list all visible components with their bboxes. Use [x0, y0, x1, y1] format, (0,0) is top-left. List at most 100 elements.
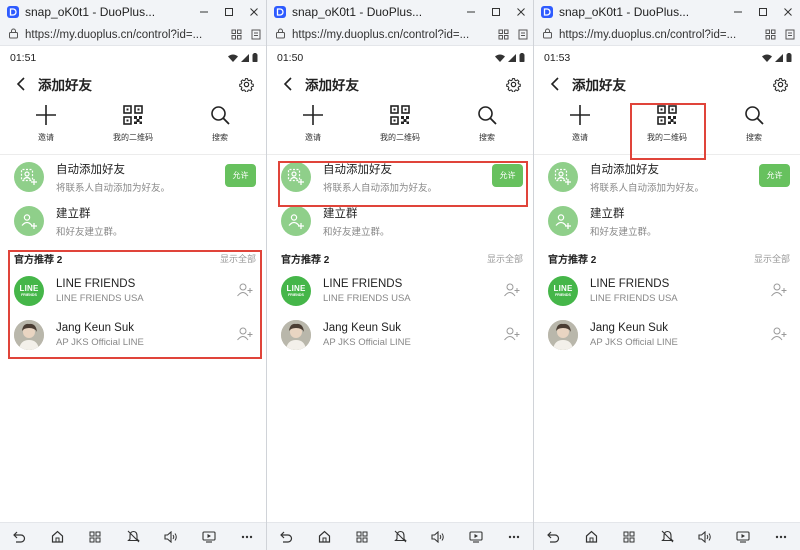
url-text[interactable]: https://my.duoplus.cn/control?id=... — [559, 29, 760, 41]
friend-row-jang-keun-suk[interactable]: Jang Keun Suk AP JKS Official LINE — [267, 313, 533, 357]
minimize-button[interactable] — [458, 0, 483, 24]
official-recommend-header: 官方推荐 2 显示全部 — [534, 247, 800, 269]
maximize-button[interactable] — [750, 0, 775, 24]
device-nav-bar — [0, 522, 266, 550]
invite-label: 邀请 — [38, 133, 54, 142]
screen-cast-icon[interactable] — [468, 529, 484, 545]
create-group-icon — [548, 206, 578, 236]
friend-subtitle: AP JKS Official LINE — [56, 337, 144, 348]
screen-cast-icon[interactable] — [201, 529, 217, 545]
show-all-link[interactable]: 显示全部 — [754, 252, 790, 265]
search-button[interactable]: 搜索 — [457, 101, 517, 147]
recent-apps-icon[interactable] — [621, 529, 637, 545]
friend-row-jang-keun-suk[interactable]: Jang Keun Suk AP JKS Official LINE — [534, 313, 800, 357]
friend-row-line-friends[interactable]: LINE FRIENDS LINE FRIENDS LINE FRIENDS U… — [0, 269, 266, 313]
create-group-row[interactable]: 建立群 和好友建立群。 — [0, 199, 266, 243]
friend-row-line-friends[interactable]: LINE FRIENDS LINE FRIENDS LINE FRIENDS U… — [267, 269, 533, 313]
apps-grid-icon[interactable] — [760, 24, 780, 46]
add-friend-icon[interactable] — [236, 325, 254, 343]
gear-icon[interactable] — [772, 76, 788, 92]
search-icon — [477, 103, 497, 127]
allow-button[interactable]: 允许 — [492, 164, 523, 187]
back-arrow-icon[interactable] — [283, 76, 299, 92]
volume-icon[interactable] — [163, 529, 179, 545]
create-group-row[interactable]: 建立群 和好友建立群。 — [534, 199, 800, 243]
close-button[interactable] — [508, 0, 533, 24]
address-bar[interactable]: https://my.duoplus.cn/control?id=... — [267, 24, 533, 46]
friend-row-jang-keun-suk[interactable]: Jang Keun Suk AP JKS Official LINE — [0, 313, 266, 357]
recent-apps-icon[interactable] — [87, 529, 103, 545]
recent-apps-icon[interactable] — [354, 529, 370, 545]
mute-icon[interactable] — [392, 529, 408, 545]
add-friend-icon[interactable] — [503, 281, 521, 299]
friend-name: LINE FRIENDS — [56, 278, 136, 290]
address-bar[interactable]: https://my.duoplus.cn/control?id=... — [0, 24, 266, 46]
url-text[interactable]: https://my.duoplus.cn/control?id=... — [292, 29, 493, 41]
home-icon[interactable] — [316, 529, 332, 545]
my-qrcode-button[interactable]: 我的二维码 — [103, 101, 163, 147]
minimize-button[interactable] — [191, 0, 216, 24]
duoplus-app-icon — [541, 6, 553, 18]
plus-icon — [569, 103, 591, 127]
auto-add-friends-row[interactable]: 自动添加好友 将联系人自动添加为好友。 允许 — [0, 155, 266, 199]
search-button[interactable]: 搜索 — [724, 101, 784, 147]
back-icon[interactable] — [278, 529, 294, 545]
apps-grid-icon[interactable] — [493, 24, 513, 46]
volume-icon[interactable] — [430, 529, 446, 545]
site-info-icon[interactable] — [275, 26, 286, 44]
site-info-icon[interactable] — [542, 26, 553, 44]
screen-cast-icon[interactable] — [735, 529, 751, 545]
auto-add-friends-row[interactable]: 自动添加好友 将联系人自动添加为好友。 允许 — [534, 155, 800, 199]
minimize-button[interactable] — [725, 0, 750, 24]
home-icon[interactable] — [583, 529, 599, 545]
back-arrow-icon[interactable] — [550, 76, 566, 92]
create-group-row[interactable]: 建立群 和好友建立群。 — [267, 199, 533, 243]
allow-button[interactable]: 允许 — [759, 164, 790, 187]
window-2: snap_oK0t1 - DuoPlus... https://my.duopl… — [267, 0, 533, 550]
site-info-icon[interactable] — [8, 26, 19, 44]
auto-add-friends-row[interactable]: 自动添加好友 将联系人自动添加为好友。 允许 — [267, 155, 533, 199]
address-bar[interactable]: https://my.duoplus.cn/control?id=... — [534, 24, 800, 46]
invite-button[interactable]: 邀请 — [550, 101, 610, 147]
create-group-subtitle: 和好友建立群。 — [590, 226, 657, 238]
close-button[interactable] — [241, 0, 266, 24]
gear-icon[interactable] — [238, 76, 254, 92]
create-group-icon — [281, 206, 311, 236]
show-all-link[interactable]: 显示全部 — [487, 252, 523, 265]
mute-icon[interactable] — [125, 529, 141, 545]
invite-button[interactable]: 邀请 — [16, 101, 76, 147]
url-text[interactable]: https://my.duoplus.cn/control?id=... — [25, 29, 226, 41]
more-icon[interactable] — [239, 529, 255, 545]
back-arrow-icon[interactable] — [16, 76, 32, 92]
friend-row-line-friends[interactable]: LINE FRIENDS LINE FRIENDS LINE FRIENDS U… — [534, 269, 800, 313]
more-icon[interactable] — [773, 529, 789, 545]
close-button[interactable] — [775, 0, 800, 24]
mute-icon[interactable] — [659, 529, 675, 545]
more-icon[interactable] — [506, 529, 522, 545]
my-qrcode-button[interactable]: 我的二维码 — [370, 101, 430, 147]
add-friend-icon[interactable] — [503, 325, 521, 343]
add-friend-icon[interactable] — [236, 281, 254, 299]
add-friend-icon[interactable] — [770, 281, 788, 299]
add-friend-icon[interactable] — [770, 325, 788, 343]
apps-grid-icon[interactable] — [226, 24, 246, 46]
allow-button[interactable]: 允许 — [225, 164, 256, 187]
title-bar: snap_oK0t1 - DuoPlus... — [267, 0, 533, 24]
maximize-button[interactable] — [216, 0, 241, 24]
my-qrcode-button[interactable]: 我的二维码 — [637, 101, 697, 147]
reader-mode-icon[interactable] — [780, 24, 800, 46]
maximize-button[interactable] — [483, 0, 508, 24]
search-icon — [744, 103, 764, 127]
show-all-link[interactable]: 显示全部 — [220, 252, 256, 265]
duoplus-app-icon — [7, 6, 19, 18]
back-icon[interactable] — [545, 529, 561, 545]
search-button[interactable]: 搜索 — [190, 101, 250, 147]
title-bar: snap_oK0t1 - DuoPlus... — [0, 0, 266, 24]
reader-mode-icon[interactable] — [513, 24, 533, 46]
home-icon[interactable] — [49, 529, 65, 545]
reader-mode-icon[interactable] — [246, 24, 266, 46]
gear-icon[interactable] — [505, 76, 521, 92]
back-icon[interactable] — [11, 529, 27, 545]
volume-icon[interactable] — [697, 529, 713, 545]
invite-button[interactable]: 邀请 — [283, 101, 343, 147]
